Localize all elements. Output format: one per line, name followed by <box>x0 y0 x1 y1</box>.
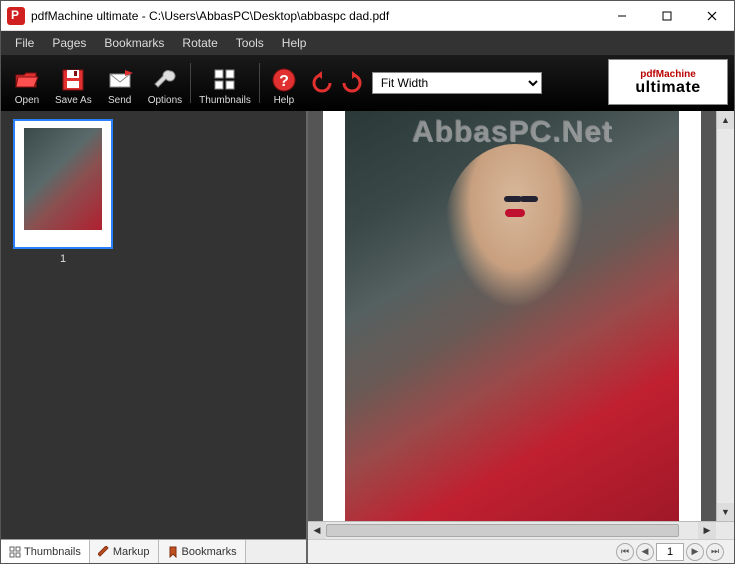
thumbnail-label: 1 <box>13 253 113 265</box>
tab-thumbnails[interactable]: Thumbnails <box>1 540 90 563</box>
menu-tools[interactable]: Tools <box>228 33 272 53</box>
thumbnails-tab-icon <box>9 546 21 558</box>
window-title: pdfMachine ultimate - C:\Users\AbbasPC\D… <box>31 9 599 23</box>
save-as-button[interactable]: Save As <box>51 58 96 108</box>
scroll-right-button[interactable]: ▶ <box>698 522 716 539</box>
tab-bookmarks[interactable]: Bookmarks <box>159 540 246 563</box>
sidebar: 1 Thumbnails Markup Bookmarks <box>1 111 308 563</box>
thumbnails-button[interactable]: Thumbnails <box>195 58 255 108</box>
help-button[interactable]: ? Help <box>264 58 304 108</box>
menu-rotate[interactable]: Rotate <box>174 33 225 53</box>
menu-pages[interactable]: Pages <box>44 33 94 53</box>
options-label: Options <box>148 95 182 106</box>
tab-thumbnails-label: Thumbnails <box>24 546 81 558</box>
thumbnails-icon <box>212 67 238 93</box>
brand-logo: pdfMachine ultimate <box>608 59 728 105</box>
menu-bookmarks[interactable]: Bookmarks <box>96 33 172 53</box>
send-button[interactable]: Send <box>100 58 140 108</box>
thumbnail-panel: 1 <box>1 111 306 539</box>
pager: ⏮ ◀ ▶ ⏭ <box>308 539 734 563</box>
scroll-down-button[interactable]: ▼ <box>717 503 734 521</box>
open-folder-icon <box>14 67 40 93</box>
open-label: Open <box>15 95 39 106</box>
save-as-label: Save As <box>55 95 92 106</box>
menu-help[interactable]: Help <box>274 33 315 53</box>
prev-page-button[interactable]: ◀ <box>636 543 654 561</box>
bookmarks-tab-icon <box>167 546 179 558</box>
content-area: 1 Thumbnails Markup Bookmarks <box>1 111 734 563</box>
scroll-left-button[interactable]: ◀ <box>308 522 326 539</box>
toolbar: Open Save As Send Options <box>1 55 734 111</box>
page-number-input[interactable] <box>656 543 684 561</box>
help-label: Help <box>274 95 295 106</box>
markup-tab-icon <box>98 546 110 558</box>
wrench-icon <box>152 67 178 93</box>
rotate-right-button[interactable] <box>340 71 364 95</box>
first-page-button[interactable]: ⏮ <box>616 543 634 561</box>
pdf-page: AbbasPC.Net <box>323 111 701 521</box>
viewer: AbbasPC.Net ▲ ▼ ◀ ▶ ⏮ ◀ ▶ ⏭ <box>308 111 734 563</box>
menu-file[interactable]: File <box>7 33 42 53</box>
sidebar-tabs: Thumbnails Markup Bookmarks <box>1 539 306 563</box>
horizontal-scrollbar[interactable]: ◀ ▶ <box>308 521 734 539</box>
horizontal-scroll-thumb[interactable] <box>326 524 679 537</box>
tab-bookmarks-label: Bookmarks <box>182 546 237 558</box>
next-page-button[interactable]: ▶ <box>686 543 704 561</box>
zoom-select[interactable]: Fit Width <box>372 72 542 94</box>
scroll-up-button[interactable]: ▲ <box>717 111 734 129</box>
page-thumbnail[interactable] <box>13 119 113 249</box>
titlebar: pdfMachine ultimate - C:\Users\AbbasPC\D… <box>1 1 734 31</box>
options-button[interactable]: Options <box>144 58 186 108</box>
svg-text:?: ? <box>279 73 289 90</box>
save-icon <box>60 67 86 93</box>
brand-line-2: ultimate <box>635 80 700 96</box>
menubar: File Pages Bookmarks Rotate Tools Help <box>1 31 734 55</box>
last-page-button[interactable]: ⏭ <box>706 543 724 561</box>
minimize-button[interactable] <box>599 2 644 30</box>
brand-line-1: pdfMachine <box>640 69 696 80</box>
open-button[interactable]: Open <box>7 58 47 108</box>
app-icon <box>7 7 25 25</box>
rotate-left-button[interactable] <box>310 71 334 95</box>
thumbnails-label: Thumbnails <box>199 95 251 106</box>
maximize-button[interactable] <box>644 2 689 30</box>
close-button[interactable] <box>689 2 734 30</box>
page-viewport[interactable]: AbbasPC.Net <box>308 111 716 521</box>
help-icon: ? <box>271 67 297 93</box>
send-icon <box>107 67 133 93</box>
tab-markup-label: Markup <box>113 546 150 558</box>
vertical-scrollbar[interactable]: ▲ ▼ <box>716 111 734 521</box>
tab-markup[interactable]: Markup <box>90 540 159 563</box>
send-label: Send <box>108 95 131 106</box>
page-image <box>345 111 679 521</box>
